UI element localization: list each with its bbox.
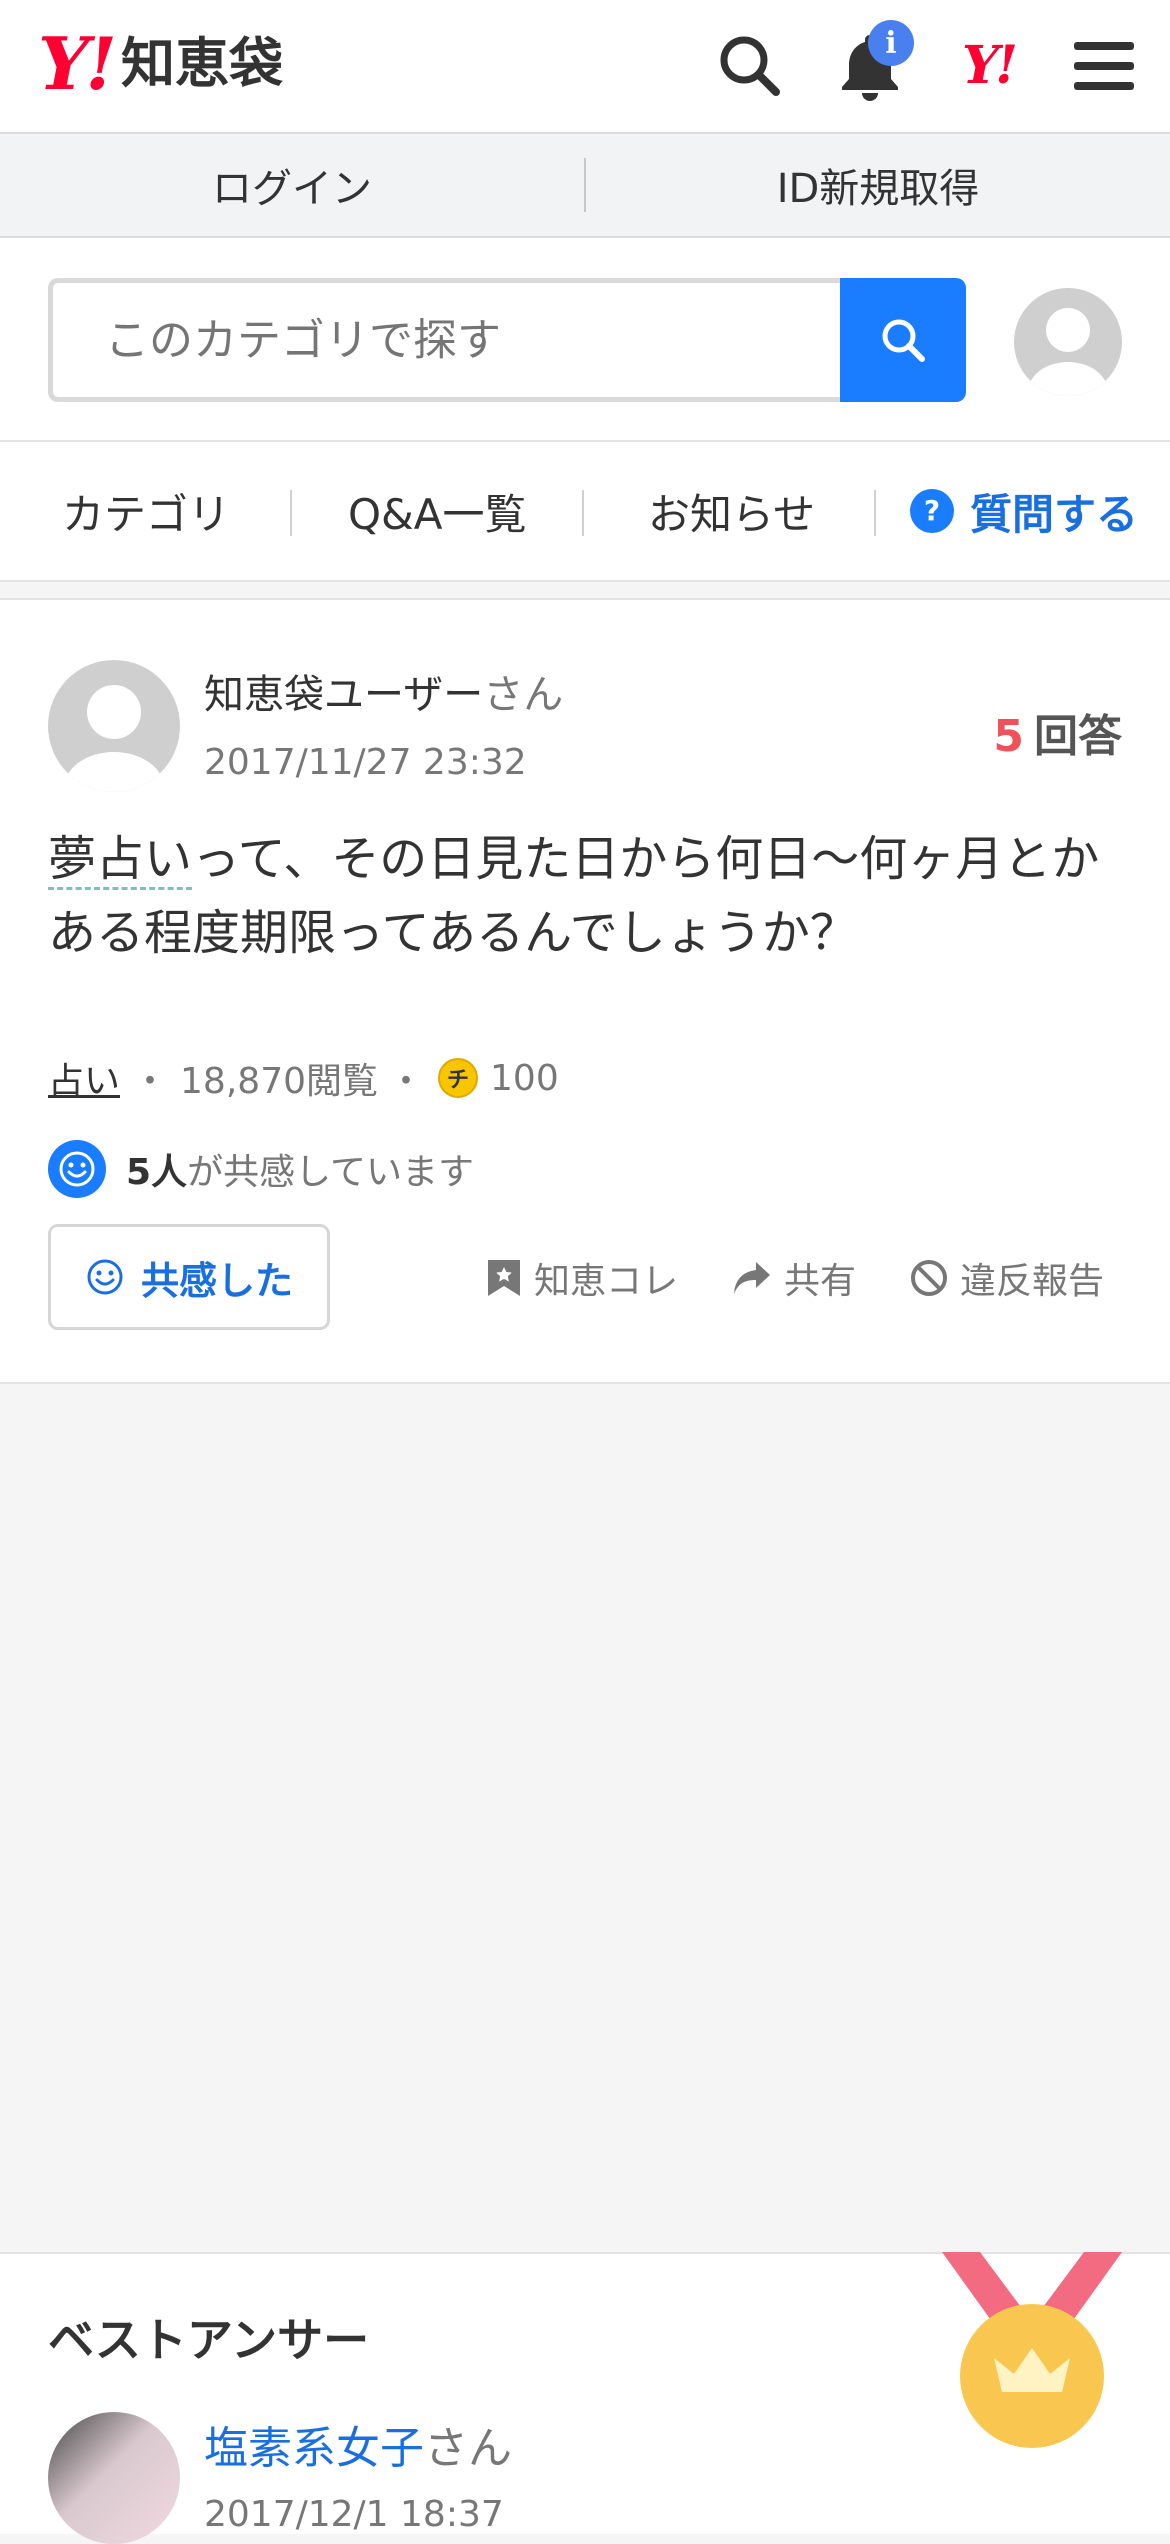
yahoo-chiebukuro-logo[interactable]: Y! 知恵袋 xyxy=(38,28,283,100)
login-link[interactable]: ログイン xyxy=(0,134,584,236)
nav-category[interactable]: カテゴリ xyxy=(62,442,230,580)
category-nav: カテゴリ Q&A一覧 お知らせ ? 質問する xyxy=(0,442,1170,582)
logo-y-mark: Y! xyxy=(38,21,117,106)
answerer-avatar xyxy=(48,2412,180,2544)
category-link[interactable]: 占い xyxy=(48,1052,120,1104)
bookmark-label: 知恵コレ xyxy=(533,1261,678,1302)
share-label: 共有 xyxy=(783,1261,856,1302)
view-count: 18,870閲覧 xyxy=(180,1061,378,1102)
answer-count-label: 回答 xyxy=(1034,711,1122,762)
yahoo-mark: Y! xyxy=(962,35,1018,96)
empathy-button[interactable]: 共感した xyxy=(48,1224,330,1330)
report-label: 違反報告 xyxy=(959,1261,1104,1302)
share-button[interactable]: 共有 xyxy=(732,1252,856,1304)
share-icon xyxy=(733,1262,770,1294)
answerer-username: 塩素系女子 xyxy=(204,2423,424,2474)
register-link[interactable]: ID新規取得 xyxy=(586,134,1170,236)
question-card: 知恵袋ユーザーさん 2017/11/27 23:32 5 回答 夢占いって、その日… xyxy=(0,598,1170,1384)
nav-news[interactable]: お知らせ xyxy=(648,442,815,580)
meta-separator: ・ xyxy=(132,1061,169,1102)
menu-icon[interactable] xyxy=(1064,26,1144,106)
ask-question-label: 質問する xyxy=(970,489,1139,539)
empathy-text: が共感しています xyxy=(187,1152,474,1193)
questioner-avatar xyxy=(48,660,180,792)
notification-bell-icon[interactable]: i xyxy=(830,20,914,106)
question-text: って、その日見た日から何日〜何ヶ月とかある程度期限ってあるんでしょうか？ xyxy=(48,831,1100,961)
user-avatar[interactable] xyxy=(1014,288,1122,396)
yahoo-top-link[interactable]: Y! xyxy=(948,26,1028,106)
nav-divider xyxy=(290,490,292,536)
smile-icon xyxy=(87,1259,123,1295)
report-button[interactable]: 違反報告 xyxy=(910,1252,1104,1304)
question-body: 夢占いって、その日見た日から何日〜何ヶ月とかある程度期限ってあるんでしょうか？ xyxy=(48,822,1128,970)
questioner-suffix: さん xyxy=(483,672,564,718)
question-actions: 知恵コレ 共有 違反報告 xyxy=(432,1252,1104,1304)
question-meta: 占い ・ 18,870閲覧 ・ チ 100 xyxy=(48,1052,559,1104)
nav-divider xyxy=(582,490,584,536)
ask-question-button[interactable]: ? 質問する xyxy=(908,442,1138,580)
logo-text: 知恵袋 xyxy=(121,32,284,95)
answer-count[interactable]: 5 回答 xyxy=(993,700,1122,764)
keyword-link[interactable]: 夢占い xyxy=(48,831,193,890)
meta-separator: ・ xyxy=(388,1061,425,1102)
prohibited-icon xyxy=(910,1260,947,1296)
search-field[interactable] xyxy=(48,278,842,402)
empathy-smile-icon xyxy=(48,1140,106,1198)
answer-count-number: 5 xyxy=(993,711,1024,762)
question-date: 2017/11/27 23:32 xyxy=(204,742,527,783)
answerer-name[interactable]: 塩素系女子さん xyxy=(204,2412,512,2476)
empathy-summary: 5人 が共感しています xyxy=(48,1140,474,1198)
svg-text:?: ? xyxy=(924,494,940,527)
empathy-count: 5人 xyxy=(126,1152,188,1193)
empathy-button-label: 共感した xyxy=(140,1258,293,1303)
search-icon[interactable] xyxy=(710,26,790,106)
nav-divider xyxy=(874,490,876,536)
answer-date: 2017/12/1 18:37 xyxy=(204,2494,504,2535)
questioner-name: 知恵袋ユーザーさん xyxy=(204,662,563,720)
login-bar: ログイン ID新規取得 xyxy=(0,134,1170,238)
notification-badge: i xyxy=(868,20,914,66)
search-input[interactable] xyxy=(103,313,807,367)
coin-amount: 100 xyxy=(490,1057,559,1099)
bookmark-icon xyxy=(487,1260,520,1296)
app-header: Y! 知恵袋 i Y! xyxy=(0,0,1170,134)
bookmark-button[interactable]: 知恵コレ xyxy=(486,1252,678,1304)
search-button-icon xyxy=(882,319,925,362)
questioner-username: 知恵袋ユーザー xyxy=(204,672,484,718)
chie-coin-icon: チ xyxy=(438,1058,479,1098)
answerer-suffix: さん xyxy=(424,2423,512,2474)
best-answer-title: ベストアンサー xyxy=(48,2313,370,2367)
question-icon: ? xyxy=(910,489,954,533)
best-answer-medal-icon xyxy=(942,2252,1122,2448)
search-button[interactable] xyxy=(840,278,966,402)
search-row xyxy=(0,238,1170,442)
nav-qa-list[interactable]: Q&A一覧 xyxy=(348,442,527,580)
